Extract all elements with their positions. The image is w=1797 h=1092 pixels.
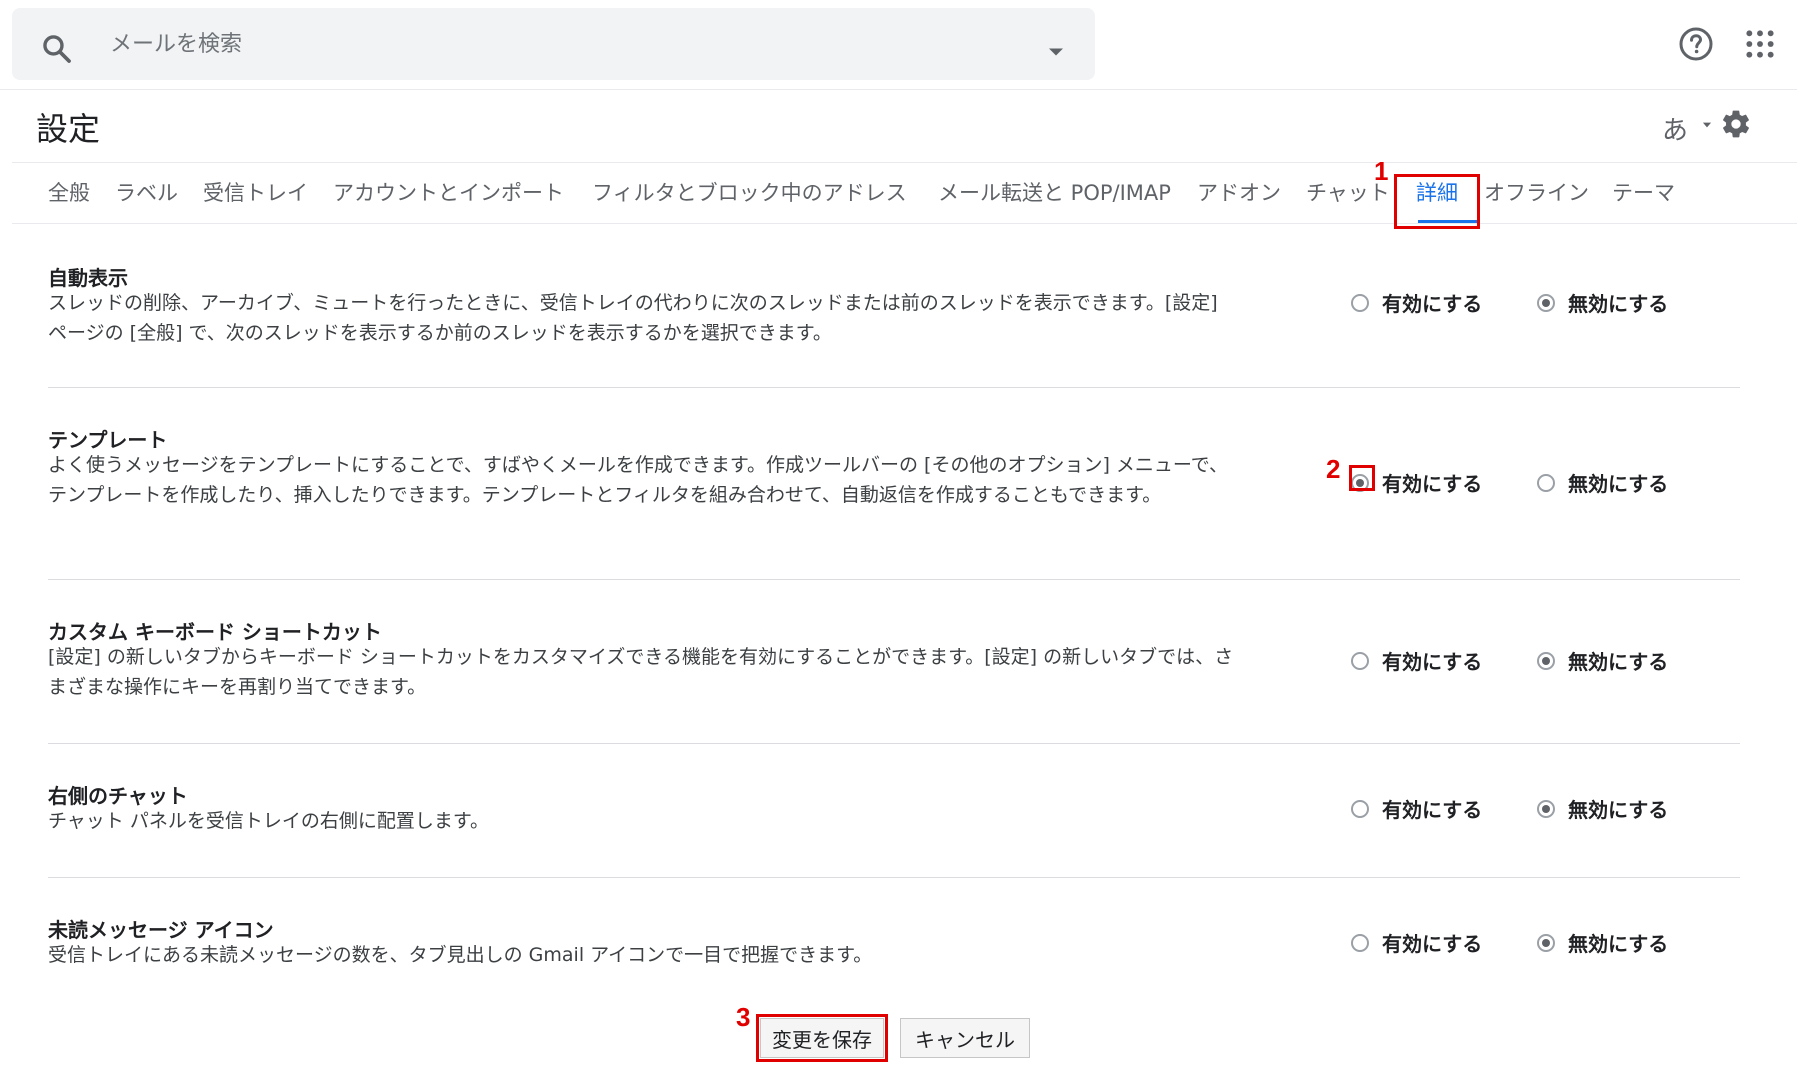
top-bar — [0, 0, 1797, 90]
enable-radio[interactable] — [1351, 934, 1369, 952]
enable-label[interactable]: 有効にする — [1382, 468, 1482, 497]
setting-templates: テンプレート よく使うメッセージをテンプレートにすることで、すばやくメールを作成… — [48, 388, 1740, 580]
annotation-number-2: 2 — [1326, 454, 1341, 484]
apps-grid-icon[interactable] — [1744, 28, 1776, 60]
tab-labels[interactable]: ラベル — [115, 177, 178, 207]
search-options-dropdown-icon[interactable] — [1042, 38, 1070, 66]
disable-label[interactable]: 無効にする — [1568, 646, 1668, 675]
annotation-box-save-button — [756, 1014, 888, 1062]
setting-radio-group: 有効にする 無効にする — [1348, 928, 1708, 958]
setting-description: チャット パネルを受信トレイの右側に配置します。 — [48, 810, 489, 832]
setting-right-side-chat: 右側のチャット チャット パネルを受信トレイの右側に配置します。 有効にする 無… — [48, 744, 1740, 878]
input-tools-button[interactable]: あ — [1662, 110, 1688, 147]
input-tools-dropdown-icon[interactable] — [1700, 118, 1714, 132]
tab-addons[interactable]: アドオン — [1197, 177, 1281, 207]
enable-radio[interactable] — [1351, 294, 1369, 312]
setting-title: 未読メッセージ アイコン — [48, 918, 274, 942]
setting-radio-group: 有効にする 無効にする — [1348, 646, 1708, 676]
disable-label[interactable]: 無効にする — [1568, 288, 1668, 317]
search-input[interactable] — [110, 22, 990, 66]
enable-radio[interactable] — [1351, 652, 1369, 670]
setting-custom-keyboard-shortcuts: カスタム キーボード ショートカット [設定] の新しいタブからキーボード ショ… — [48, 580, 1740, 744]
annotation-number-1: 1 — [1374, 156, 1389, 186]
setting-description: 受信トレイにある未読メッセージの数を、タブ見出しの Gmail アイコンで一目で… — [48, 944, 873, 966]
disable-radio[interactable] — [1537, 934, 1555, 952]
setting-title: カスタム キーボード ショートカット — [48, 620, 382, 644]
setting-title: 右側のチャット — [48, 784, 188, 808]
disable-label[interactable]: 無効にする — [1568, 928, 1668, 957]
search-icon[interactable] — [40, 32, 74, 66]
setting-title: 自動表示 — [48, 266, 128, 290]
help-icon[interactable] — [1678, 26, 1714, 62]
disable-radio[interactable] — [1537, 800, 1555, 818]
annotation-box-advanced-tab — [1394, 174, 1480, 229]
tab-offline[interactable]: オフライン — [1484, 177, 1589, 207]
annotation-box-enable-templates — [1349, 465, 1375, 491]
setting-auto-advance: 自動表示 スレッドの削除、アーカイブ、ミュートを行ったときに、受信トレイの代わり… — [48, 224, 1740, 388]
tab-inbox[interactable]: 受信トレイ — [203, 177, 308, 207]
page-title: 設定 — [36, 110, 101, 148]
tab-accounts-import[interactable]: アカウントとインポート — [333, 177, 564, 207]
setting-description: よく使うメッセージをテンプレートにすることで、すばやくメールを作成できます。作成… — [48, 454, 1229, 506]
tab-themes[interactable]: テーマ — [1612, 177, 1675, 207]
cancel-button[interactable]: キャンセル — [900, 1018, 1030, 1058]
tab-forwarding-pop-imap[interactable]: メール転送と POP/IMAP — [938, 177, 1171, 207]
gear-icon[interactable] — [1720, 108, 1752, 140]
disable-radio[interactable] — [1537, 294, 1555, 312]
settings-tabs: 全般 ラベル 受信トレイ アカウントとインポート フィルタとブロック中のアドレス… — [12, 162, 1797, 224]
enable-label[interactable]: 有効にする — [1382, 646, 1482, 675]
setting-radio-group: 有効にする 無効にする — [1348, 288, 1708, 318]
enable-label[interactable]: 有効にする — [1382, 288, 1482, 317]
setting-description: スレッドの削除、アーカイブ、ミュートを行ったときに、受信トレイの代わりに次のスレ… — [48, 292, 1218, 344]
disable-radio[interactable] — [1537, 652, 1555, 670]
disable-label[interactable]: 無効にする — [1568, 794, 1668, 823]
annotation-number-3: 3 — [736, 1002, 751, 1032]
setting-radio-group: 有効にする 無効にする — [1348, 468, 1708, 498]
search-bar[interactable] — [12, 8, 1095, 80]
tab-filters-blocked[interactable]: フィルタとブロック中のアドレス — [592, 177, 907, 207]
tab-general[interactable]: 全般 — [48, 177, 90, 207]
setting-title: テンプレート — [48, 428, 168, 452]
disable-radio[interactable] — [1537, 474, 1555, 492]
setting-unread-message-icon: 未読メッセージ アイコン 受信トレイにある未読メッセージの数を、タブ見出しの G… — [48, 878, 1740, 994]
setting-description: [設定] の新しいタブからキーボード ショートカットをカスタマイズできる機能を有… — [48, 646, 1234, 698]
enable-radio[interactable] — [1351, 800, 1369, 818]
disable-label[interactable]: 無効にする — [1568, 468, 1668, 497]
enable-label[interactable]: 有効にする — [1382, 928, 1482, 957]
setting-radio-group: 有効にする 無効にする — [1348, 794, 1708, 824]
enable-label[interactable]: 有効にする — [1382, 794, 1482, 823]
